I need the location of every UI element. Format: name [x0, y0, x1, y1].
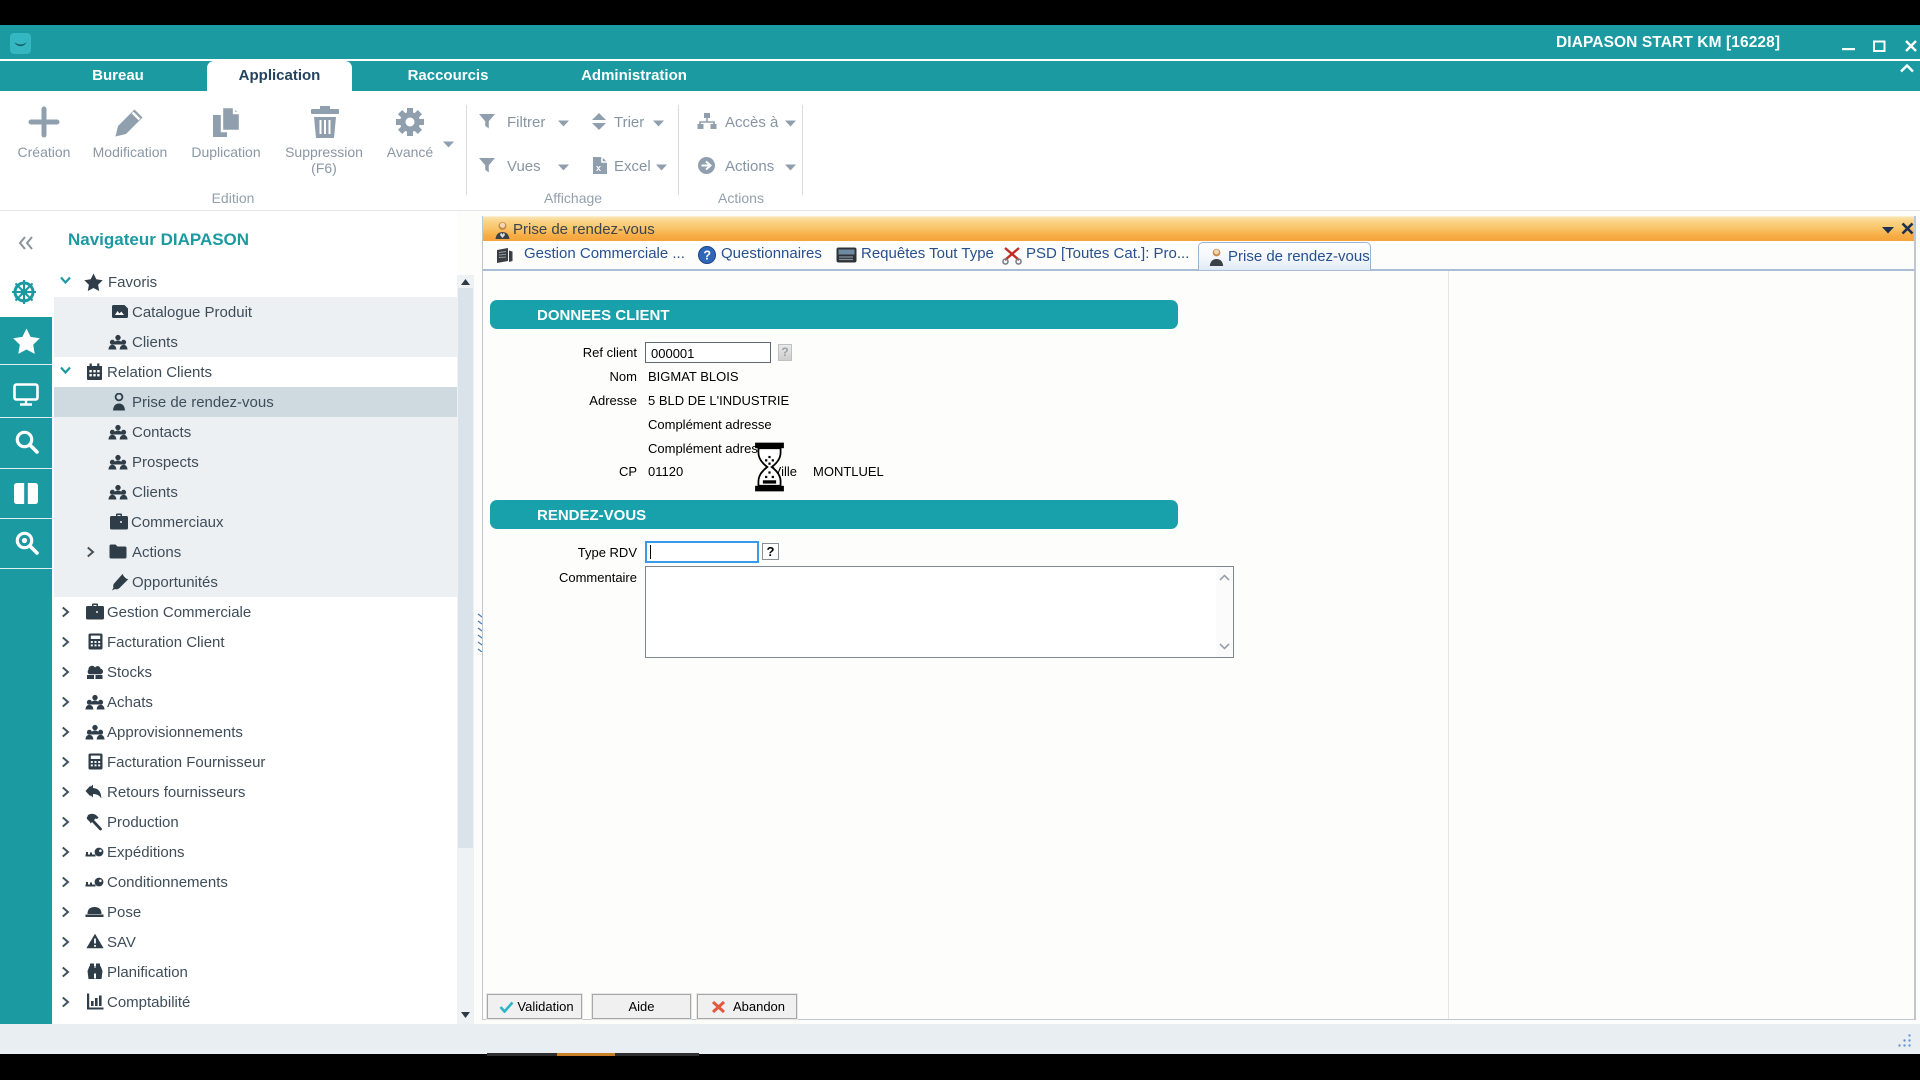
svg-text:?: ?	[703, 248, 711, 262]
svg-text:x: x	[596, 163, 601, 173]
